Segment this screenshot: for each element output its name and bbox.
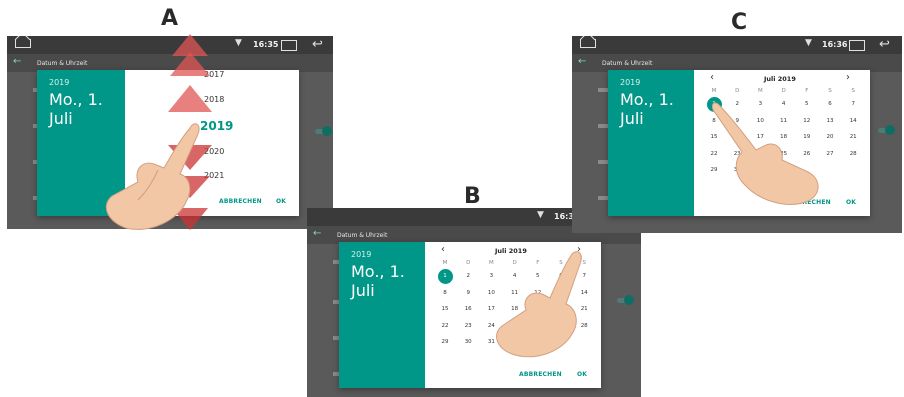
scroll-up-arrow [168,85,212,112]
home-icon[interactable] [580,39,596,48]
calendar-day[interactable]: 28 [847,151,859,157]
calendar-day[interactable]: 7 [847,101,859,107]
calendar-day[interactable]: 27 [824,151,836,157]
weekday-header: D [735,88,740,94]
recent-apps-icon[interactable] [281,40,297,51]
toggle-switch[interactable] [617,295,634,305]
weekday-header: M [442,260,448,266]
wifi-icon: ▼ [537,210,544,220]
app-bar-title: Datum & Uhrzeit [337,232,388,239]
step-label-b: B [464,184,481,209]
calendar-day[interactable]: 30 [462,339,474,345]
header-date[interactable]: Mo., 1. Juli [620,90,690,128]
dialog-header: 2019 Mo., 1. Juli [339,242,425,388]
calendar-day[interactable]: 16 [462,306,474,312]
back-arrow-icon[interactable]: ← [13,56,21,67]
calendar-day[interactable]: 15 [439,306,451,312]
calendar-day[interactable]: 8 [439,290,451,296]
calendar-day[interactable]: 22 [439,323,451,329]
status-bar: ▼ 16:36 ↩ [572,36,902,54]
weekday-header: S [851,88,855,94]
ok-button[interactable]: OK [577,371,587,378]
calendar-day[interactable]: 6 [824,101,836,107]
header-year[interactable]: 2019 [620,78,640,87]
dialog-header: 2019 Mo., 1. Juli [608,70,694,216]
recent-apps-icon[interactable] [849,40,865,51]
calendar-day[interactable]: 20 [824,134,836,140]
cancel-button[interactable]: ABBRECHEN [219,198,262,205]
bg-setting-row [598,196,608,200]
header-year[interactable]: 2019 [49,78,69,87]
screen-b: ▼ 16:36 ↩ ← Datum & Uhrzeit 2019 Mo., 1.… [307,208,641,397]
back-arrow-icon[interactable]: ← [313,228,321,239]
step-label-a: A [161,6,179,31]
prev-month-icon[interactable]: ‹ [441,244,445,255]
weekday-header: M [711,88,717,94]
wifi-icon: ▼ [235,38,242,48]
weekday-header: D [781,88,786,94]
hand-pointer-icon [496,251,582,358]
next-month-icon[interactable]: › [846,72,850,83]
ok-button[interactable]: OK [276,198,286,205]
cancel-button[interactable]: ABBRECHEN [519,371,562,378]
weekday-header: F [805,88,809,94]
calendar-day[interactable]: 21 [847,134,859,140]
toggle-switch[interactable] [315,126,332,136]
weekday-header: D [466,260,471,266]
back-icon[interactable]: ↩ [879,37,890,52]
weekday-header: S [828,88,832,94]
bg-setting-row [598,88,608,92]
clock: 16:36 [822,40,848,49]
header-date[interactable]: Mo., 1. Juli [351,262,421,300]
back-arrow-icon[interactable]: ← [578,56,586,67]
calendar-day[interactable]: 9 [462,290,474,296]
calendar-day[interactable]: 13 [824,118,836,124]
bg-setting-row [598,160,608,164]
hand-pointer-icon [105,123,200,230]
calendar-day-selected[interactable]: 1 [439,273,451,279]
hand-pointer-icon [712,102,819,205]
calendar-day[interactable]: 14 [847,118,859,124]
weekday-header: M [758,88,763,94]
month-title: Juli 2019 [764,75,796,83]
prev-month-icon[interactable]: ‹ [710,72,714,83]
clock: 16:35 [253,40,279,49]
app-bar-title: Datum & Uhrzeit [602,60,653,67]
calendar-day[interactable]: 29 [439,339,451,345]
app-bar-title: Datum & Uhrzeit [37,60,88,67]
calendar-day[interactable]: 2 [462,273,474,279]
calendar-day[interactable]: 23 [462,323,474,329]
back-icon[interactable]: ↩ [312,37,323,52]
bg-setting-row [598,124,608,128]
home-icon[interactable] [15,39,31,48]
ok-button[interactable]: OK [846,199,856,206]
step-label-c: C [731,10,748,35]
toggle-switch[interactable] [878,125,895,135]
wifi-icon: ▼ [805,38,812,48]
header-year[interactable]: 2019 [351,250,371,259]
